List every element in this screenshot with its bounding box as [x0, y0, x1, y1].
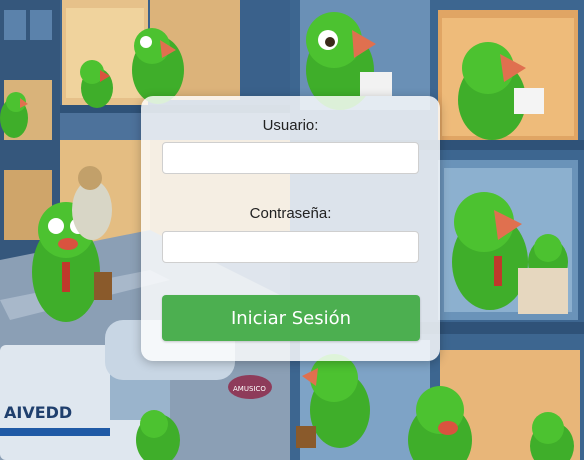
username-input[interactable]	[162, 142, 419, 174]
login-form: Usuario: Contraseña: Iniciar Sesión	[141, 96, 440, 361]
svg-text:AIVEDD: AIVEDD	[4, 403, 72, 422]
username-label: Usuario:	[262, 117, 319, 134]
password-label: Contraseña:	[249, 205, 332, 222]
password-input[interactable]	[162, 231, 419, 263]
login-page: AIVEDD AMUSICO Usuario: Contraseña: Inic…	[0, 0, 584, 460]
svg-text:AMUSICO: AMUSICO	[233, 385, 266, 393]
login-button[interactable]: Iniciar Sesión	[162, 295, 420, 341]
